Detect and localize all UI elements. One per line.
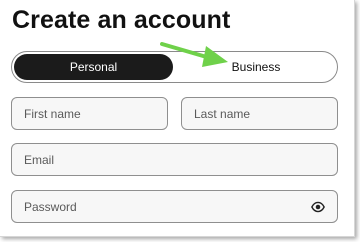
email-field[interactable]	[11, 143, 338, 176]
password-field[interactable]	[11, 190, 338, 223]
last-name-input[interactable]	[194, 106, 337, 121]
first-name-field[interactable]	[11, 97, 168, 130]
green-arrow-annotation	[160, 42, 228, 67]
page-title: Create an account	[12, 6, 231, 34]
signup-card: Create an account Personal Business	[0, 0, 355, 237]
first-name-input[interactable]	[24, 106, 167, 121]
last-name-field[interactable]	[181, 97, 338, 130]
personal-option[interactable]: Personal	[14, 54, 173, 80]
password-input[interactable]	[24, 199, 337, 214]
eye-icon[interactable]	[311, 200, 325, 214]
email-input[interactable]	[24, 152, 337, 167]
